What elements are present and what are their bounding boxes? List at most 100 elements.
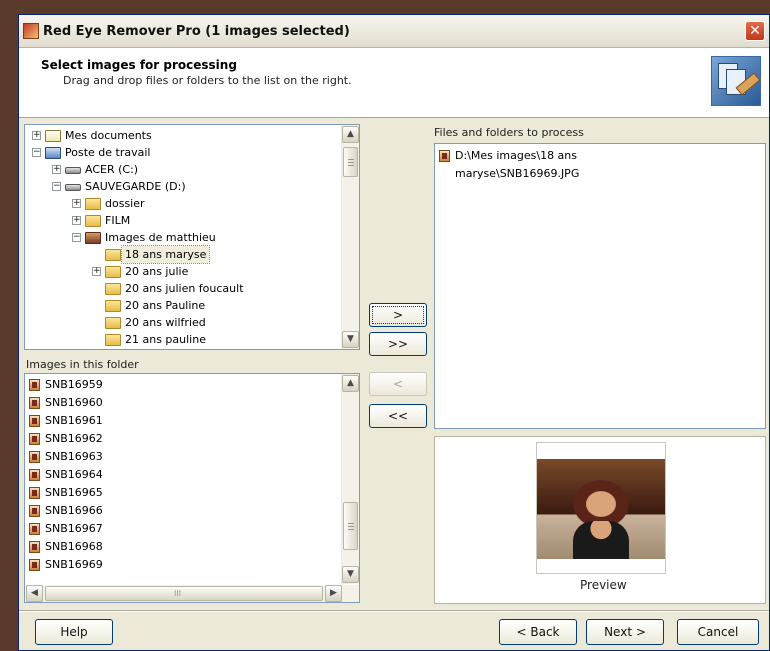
image-file-name: SNB16964: [45, 468, 103, 481]
remove-selected-button[interactable]: <: [369, 372, 427, 396]
image-file-name: SNB16963: [45, 450, 103, 463]
pictures-folder-icon: [85, 232, 101, 244]
preview-frame: [536, 442, 666, 574]
image-file-icon: [29, 415, 40, 427]
tree-item-label: Mes documents: [65, 129, 152, 142]
image-file-name: SNB16962: [45, 432, 103, 445]
tree-item[interactable]: +20 ans julie: [25, 263, 341, 280]
collapse-icon[interactable]: −: [32, 148, 41, 157]
folder-icon: [85, 215, 101, 227]
tree-item-label: Poste de travail: [65, 146, 151, 159]
add-selected-button[interactable]: >: [369, 303, 427, 327]
images-list[interactable]: ▲ ▼ ◀ III ▶ SNB16959 SNB16960 SNB16961 SNB1…: [24, 373, 360, 603]
image-file-name: SNB16959: [45, 378, 103, 391]
header-title: Select images for processing: [41, 58, 237, 72]
open-folder-icon: [105, 249, 121, 261]
tree-item[interactable]: 20 ans wilfried: [25, 314, 341, 331]
image-file-icon: [29, 379, 40, 391]
tree-vertical-scrollbar[interactable]: ▲ ▼: [341, 125, 359, 349]
scroll-thumb[interactable]: [343, 502, 358, 550]
tree-item-label: Images de matthieu: [105, 231, 216, 244]
tree-item-label: 18 ans maryse: [120, 245, 211, 264]
tree-item[interactable]: 21 ans pauline: [25, 331, 341, 348]
expand-icon[interactable]: +: [52, 165, 61, 174]
tree-item-label: 20 ans julien foucault: [125, 282, 244, 295]
image-file-icon: [29, 433, 40, 445]
expand-icon[interactable]: +: [72, 216, 81, 225]
drive-icon: [65, 184, 81, 191]
collapse-icon[interactable]: −: [52, 182, 61, 191]
files-to-process-list[interactable]: D:\Mes images\18 ans maryse\SNB16969.JPG: [434, 143, 766, 429]
tree-item[interactable]: − SAUVEGARDE (D:): [25, 178, 341, 195]
header-subtitle: Drag and drop files or folders to the li…: [63, 74, 352, 87]
tree-item[interactable]: 20 ans Pauline: [25, 297, 341, 314]
drive-icon: [65, 167, 81, 174]
tree-item[interactable]: + dossier: [25, 195, 341, 212]
image-file-name: SNB16961: [45, 414, 103, 427]
tree-item[interactable]: − Images de matthieu: [25, 229, 341, 246]
wizard-header: Select images for processing Drag and dr…: [19, 48, 769, 118]
footer-separator: [19, 610, 769, 612]
expand-icon[interactable]: +: [72, 199, 81, 208]
scroll-grip-icon: III: [174, 589, 182, 598]
image-file-icon: [29, 541, 40, 553]
collapse-icon[interactable]: −: [72, 233, 81, 242]
image-file-name: SNB16968: [45, 540, 103, 553]
folder-icon: [105, 334, 121, 346]
folder-icon: [105, 266, 121, 278]
image-file-icon: [29, 487, 40, 499]
scroll-up-button[interactable]: ▲: [342, 126, 359, 143]
image-file-icon: [29, 451, 40, 463]
next-button[interactable]: Next >: [586, 619, 664, 645]
scroll-right-button[interactable]: ▶: [325, 585, 342, 602]
folder-icon: [105, 317, 121, 329]
files-to-process-label: Files and folders to process: [434, 126, 584, 139]
scroll-down-button[interactable]: ▼: [342, 566, 359, 583]
tree-item[interactable]: 18 ans maryse: [25, 245, 341, 264]
preview-label: Preview: [580, 578, 627, 592]
expand-icon[interactable]: +: [32, 131, 41, 140]
tree-item-label: dossier: [105, 197, 145, 210]
image-file-icon: [29, 505, 40, 517]
wizard-image-icon: [711, 56, 761, 106]
tree-item[interactable]: + ACER (C:): [25, 161, 341, 178]
scroll-thumb[interactable]: [343, 147, 358, 177]
window-title: Red Eye Remover Pro (1 images selected): [43, 24, 350, 39]
scroll-down-button[interactable]: ▼: [342, 331, 359, 348]
tree-item-label: SAUVEGARDE (D:): [85, 180, 186, 193]
back-button[interactable]: < Back: [499, 619, 577, 645]
image-file-name: SNB16966: [45, 504, 103, 517]
image-file-icon: [29, 523, 40, 535]
tree-item-label: ACER (C:): [85, 163, 139, 176]
tree-item[interactable]: 20 ans julien foucault: [25, 280, 341, 297]
tree-item[interactable]: + Mes documents: [25, 127, 341, 144]
computer-icon: [45, 147, 61, 159]
file-path: D:\Mes images\18 ans maryse\SNB16969.JPG: [455, 149, 580, 180]
image-file-name: SNB16965: [45, 486, 103, 499]
scroll-up-button[interactable]: ▲: [342, 375, 359, 392]
expand-icon[interactable]: +: [92, 267, 101, 276]
close-button[interactable]: ✕: [745, 21, 765, 41]
horizontal-scroll-thumb[interactable]: III: [45, 586, 323, 601]
remove-all-button[interactable]: <<: [369, 404, 427, 428]
documents-folder-icon: [45, 130, 61, 142]
tree-item-label: 20 ans Pauline: [125, 299, 206, 312]
image-file-name: SNB16969: [45, 558, 103, 571]
image-file-icon: [29, 559, 40, 571]
image-file-icon: [29, 469, 40, 481]
tree-item[interactable]: − Poste de travail: [25, 144, 341, 161]
app-icon: [23, 23, 39, 39]
tree-item-label: 21 ans pauline: [125, 333, 206, 346]
add-all-button[interactable]: >>: [369, 332, 427, 356]
images-horizontal-scrollbar[interactable]: ◀ III ▶: [25, 585, 359, 602]
cancel-button[interactable]: Cancel: [677, 619, 759, 645]
images-vertical-scrollbar[interactable]: ▲ ▼: [341, 374, 359, 584]
preview-panel: Preview: [434, 436, 766, 604]
title-bar[interactable]: Red Eye Remover Pro (1 images selected) …: [19, 15, 769, 48]
tree-item[interactable]: + FILM: [25, 212, 341, 229]
scroll-left-button[interactable]: ◀: [26, 585, 43, 602]
help-button[interactable]: Help: [35, 619, 113, 645]
folder-tree[interactable]: ▲ ▼ + Mes documents − Poste de travail + ACER…: [24, 124, 360, 350]
tree-item-label: 20 ans julie: [125, 265, 189, 278]
tree-item-label: FILM: [105, 214, 131, 227]
